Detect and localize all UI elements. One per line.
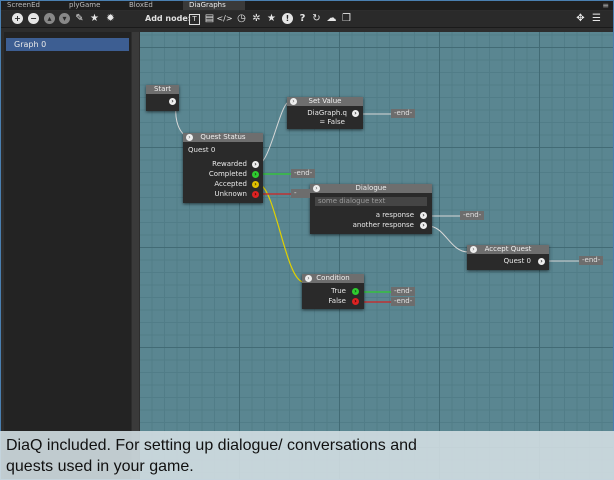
end-marker[interactable]: -end-: [391, 109, 416, 118]
remove-icon[interactable]: −: [28, 13, 39, 24]
settings-icon[interactable]: ✹: [105, 13, 116, 24]
accept-quest-output-port[interactable]: ›: [538, 258, 545, 265]
set-value-output-port[interactable]: ›: [352, 110, 359, 117]
quest-status-node[interactable]: › Quest Status Quest 0 Rewarded › Complet…: [183, 133, 263, 203]
output-rewarded-port[interactable]: ›: [252, 161, 259, 168]
dialogue-input-port[interactable]: ›: [313, 185, 320, 192]
condition-true-port[interactable]: ›: [352, 288, 359, 295]
wire-response2-to-acceptquest: [427, 225, 469, 253]
caption-banner: DiaQ included. For setting up dialogue/ …: [0, 431, 614, 480]
set-value-variable: DiaGraph.q: [307, 109, 347, 117]
set-value-input-port[interactable]: ›: [290, 98, 297, 105]
edit-icon[interactable]: ✎: [74, 13, 85, 24]
start-output-port[interactable]: ›: [169, 98, 176, 105]
graph-list: Graph 0: [4, 32, 131, 479]
document-icon[interactable]: ▤: [204, 13, 215, 24]
code-icon[interactable]: </>: [216, 13, 232, 24]
output-unknown-port[interactable]: ›: [252, 191, 259, 198]
toolbar: + − ▴ ▾ ✎ ★ ✹ Add node: T ▤ </> ◷ ✲ ★ ! …: [1, 11, 613, 28]
output-completed-port[interactable]: ›: [252, 171, 259, 178]
add-node-label: Add node:: [145, 14, 191, 23]
condition-input-port[interactable]: ›: [305, 275, 312, 282]
tab-screened[interactable]: ScreenEd: [1, 1, 63, 10]
quest-status-input-port[interactable]: ›: [186, 134, 193, 141]
response-output-port[interactable]: ›: [420, 222, 427, 229]
tab-bar: ScreenEd plyGame BloxEd DiaGraphs ≡: [1, 1, 613, 10]
sidebar-scrollbar[interactable]: [132, 32, 139, 479]
response-output-port[interactable]: ›: [420, 212, 427, 219]
caption-line: DiaQ included. For setting up dialogue/ …: [6, 437, 417, 454]
move-icon[interactable]: ✥: [575, 13, 586, 24]
graph-canvas[interactable]: Start › › Quest Status Quest 0 Rewarded ›…: [140, 32, 613, 479]
accept-quest-node[interactable]: › Accept Quest Quest 0 ›: [467, 245, 549, 270]
output-unknown-label: Unknown: [214, 190, 248, 198]
response-label: another response: [352, 221, 414, 229]
list-icon[interactable]: ☰: [591, 13, 602, 24]
dialogue-node[interactable]: › Dialogue some dialogue text a response …: [310, 184, 432, 234]
end-marker[interactable]: -end-: [579, 256, 604, 265]
menu-icon[interactable]: ≡: [602, 1, 609, 10]
condition-false-port[interactable]: ›: [352, 298, 359, 305]
dialogue-title: Dialogue: [355, 184, 387, 192]
help-icon[interactable]: ?: [297, 13, 308, 24]
condition-title: Condition: [316, 274, 350, 282]
condition-false-label: False: [328, 297, 346, 305]
accept-quest-title: Accept Quest: [484, 245, 532, 253]
condition-node[interactable]: › Condition True › False ›: [302, 274, 364, 309]
bug-icon[interactable]: ✲: [251, 13, 262, 24]
set-value-title: Set Value: [308, 97, 342, 105]
editor-window: ScreenEd plyGame BloxEd DiaGraphs ≡ + − …: [0, 0, 614, 480]
wire-accepted-to-condition: [257, 183, 304, 283]
add-icon[interactable]: +: [12, 13, 23, 24]
condition-true-label: True: [331, 287, 346, 295]
end-marker[interactable]: -end-: [460, 211, 485, 220]
accept-quest-output-label: Quest 0: [503, 257, 531, 265]
start-node[interactable]: Start ›: [146, 85, 179, 111]
quest-status-subtitle: Quest 0: [188, 146, 216, 154]
caption-line: quests used in your game.: [6, 458, 194, 475]
dialogue-text-field[interactable]: some dialogue text: [315, 197, 427, 206]
cube-icon[interactable]: ❒: [341, 13, 352, 24]
alert-icon[interactable]: !: [282, 13, 293, 24]
set-value-assignment: = False: [319, 118, 345, 126]
quest-status-title: Quest Status: [200, 133, 246, 141]
star-icon[interactable]: ★: [266, 13, 277, 24]
graph-list-item[interactable]: Graph 0: [6, 38, 129, 51]
output-accepted-label: Accepted: [214, 180, 247, 188]
start-node-title: Start: [146, 85, 179, 94]
output-completed-label: Completed: [208, 170, 247, 178]
end-marker[interactable]: -end-: [391, 287, 416, 296]
star-icon[interactable]: ★: [89, 13, 100, 24]
response-label: a response: [375, 211, 414, 219]
accept-quest-input-port[interactable]: ›: [470, 246, 477, 253]
end-marker[interactable]: -end-: [291, 169, 316, 178]
chat-icon[interactable]: ☁: [326, 13, 337, 24]
text-node-icon[interactable]: T: [189, 14, 200, 25]
end-marker[interactable]: -end-: [391, 297, 416, 306]
tab-bloxed[interactable]: BloxEd: [123, 1, 183, 10]
output-accepted-port[interactable]: ›: [252, 181, 259, 188]
end-marker[interactable]: -end-: [291, 189, 310, 198]
clock-icon[interactable]: ◷: [236, 13, 247, 24]
tab-diagraphs[interactable]: DiaGraphs: [183, 1, 245, 10]
refresh-icon[interactable]: ↻: [311, 13, 322, 24]
set-value-node[interactable]: › Set Value DiaGraph.q › = False: [287, 97, 363, 129]
move-down-icon[interactable]: ▾: [59, 13, 70, 24]
tab-plygame[interactable]: plyGame: [63, 1, 123, 10]
move-up-icon[interactable]: ▴: [44, 13, 55, 24]
output-rewarded-label: Rewarded: [212, 160, 247, 168]
